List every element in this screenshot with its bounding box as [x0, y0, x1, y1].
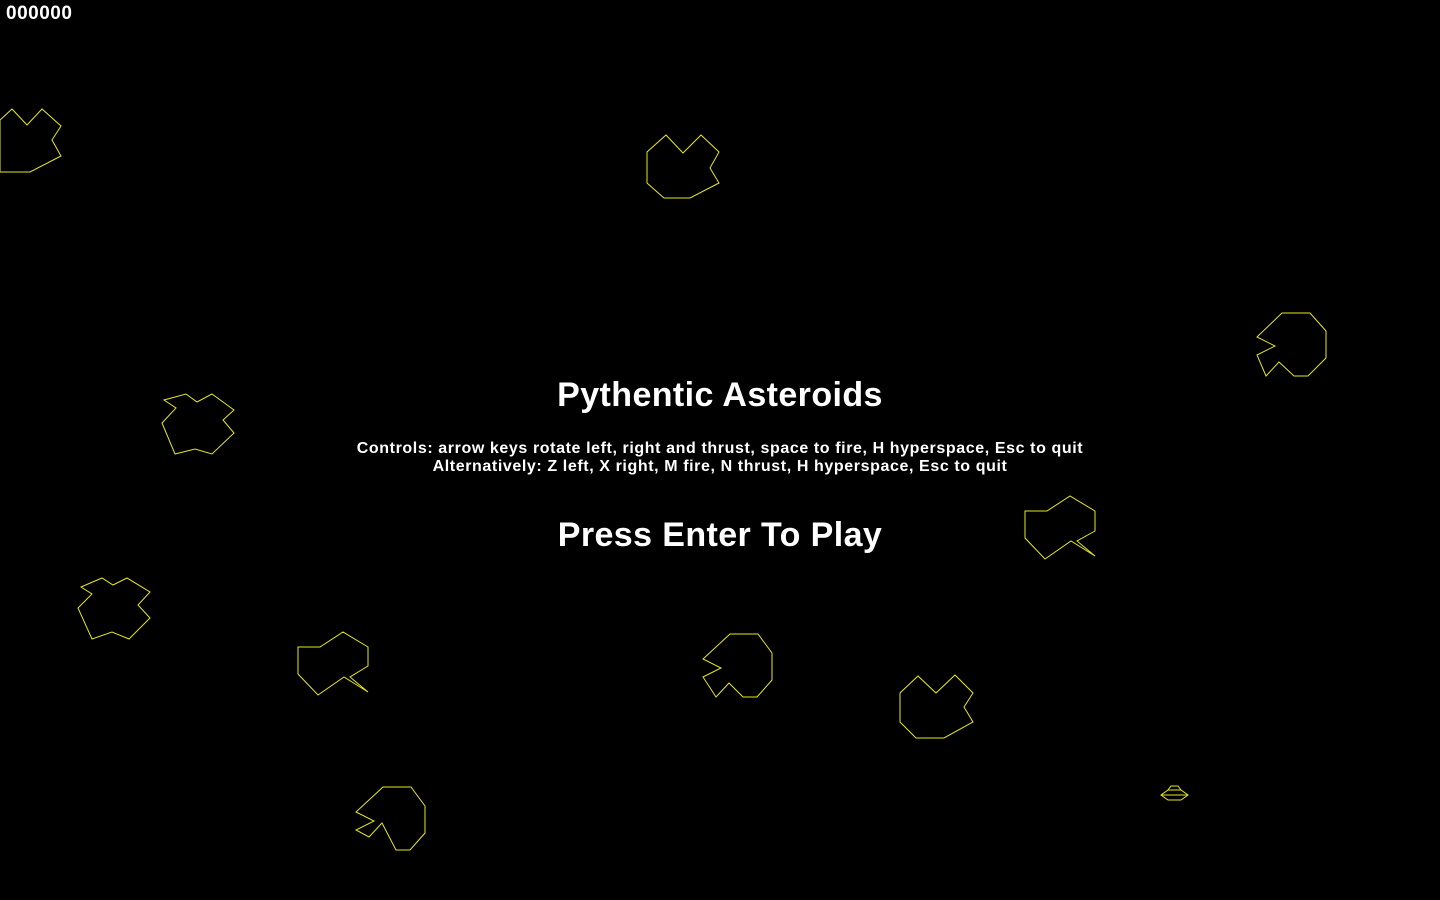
asteroid — [702, 633, 773, 698]
saucer-dome — [1167, 785, 1182, 791]
saucer — [1160, 785, 1189, 801]
asteroid — [646, 134, 720, 199]
alternative-controls-instructions: Alternatively: Z left, X right, M fire, … — [432, 458, 1008, 475]
press-enter-prompt: Press Enter To Play — [557, 516, 883, 554]
asteroid — [77, 577, 151, 640]
asteroid — [1256, 312, 1327, 377]
controls-instructions: Controls: arrow keys rotate left, right … — [356, 440, 1084, 457]
asteroid — [354, 786, 426, 851]
asteroid — [899, 674, 974, 739]
game-title: Pythentic Asteroids — [557, 376, 883, 414]
asteroid — [0, 108, 62, 173]
score-display: 000000 — [6, 3, 73, 24]
game-screen[interactable]: 000000 Pythentic Asteroids Controls: arr… — [0, 0, 1440, 900]
asteroid — [297, 631, 369, 696]
